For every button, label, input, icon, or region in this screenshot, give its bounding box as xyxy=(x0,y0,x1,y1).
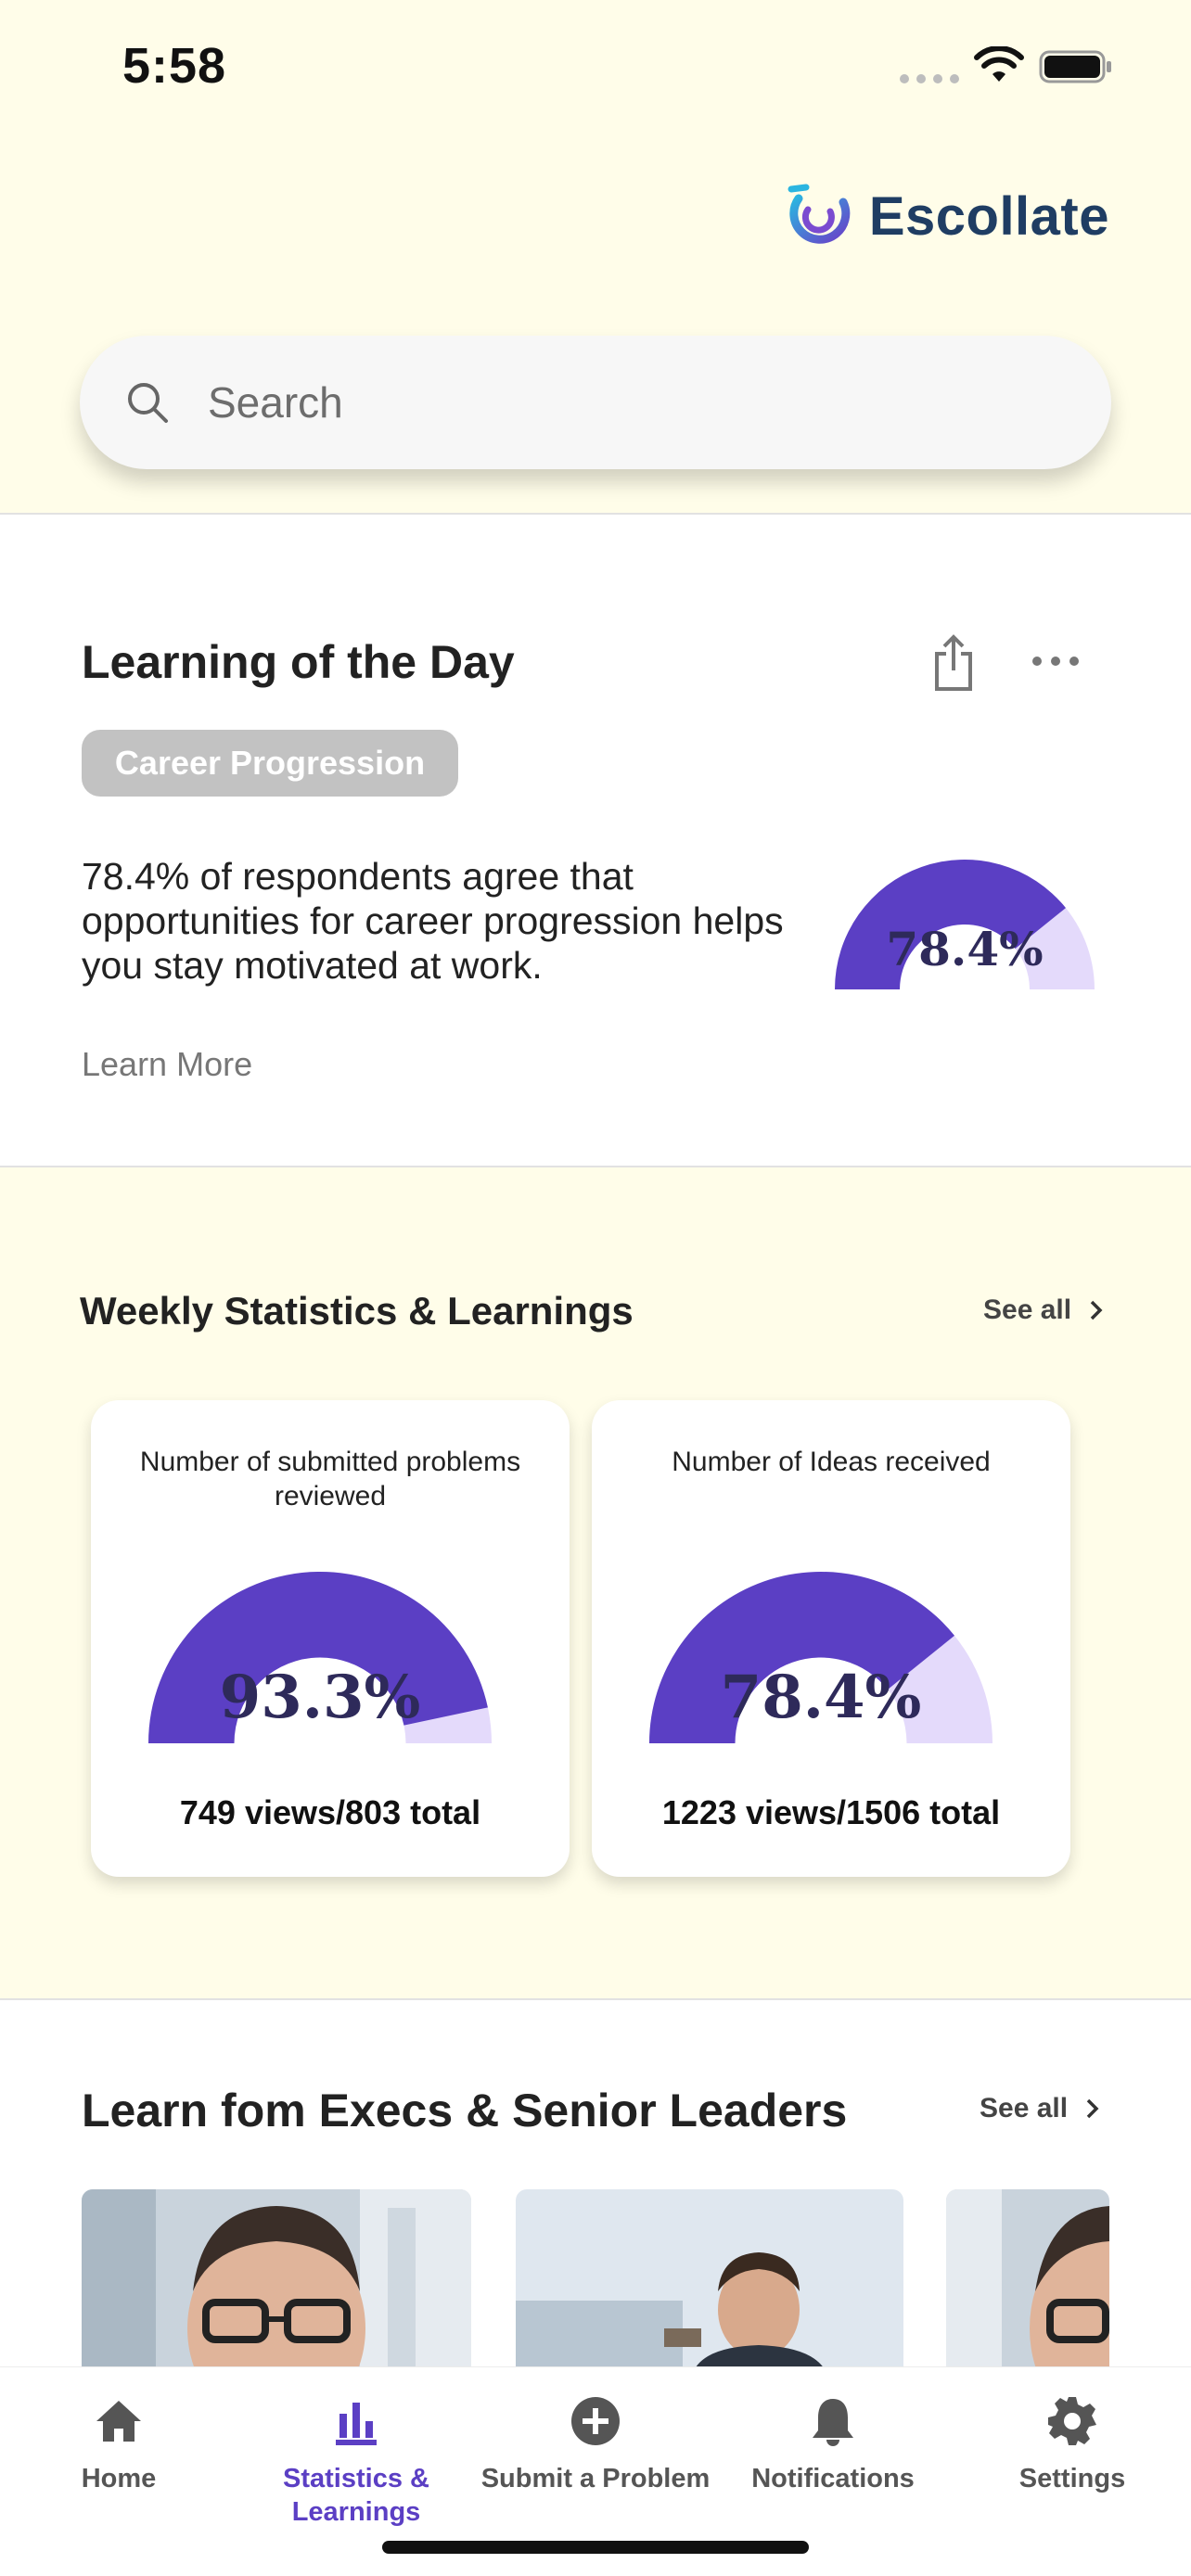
gauge-value-label: 78.4% xyxy=(886,922,1043,976)
nav-label: Home xyxy=(81,2464,157,2493)
status-time: 5:58 xyxy=(122,38,227,94)
see-all-label: See all xyxy=(980,2093,1069,2123)
gauge-value-label: 78.4% xyxy=(721,1663,922,1732)
wifi-icon xyxy=(974,46,1024,82)
nav-label: Statistics & Learnings xyxy=(283,2464,429,2527)
learning-of-the-day-title: Learning of the Day xyxy=(82,636,515,688)
gauge-value-label: 93.3% xyxy=(220,1663,421,1732)
stat-card-summary: 1223 views/1506 total xyxy=(661,1793,1001,1831)
nav-label: Notifications xyxy=(751,2464,915,2493)
nav-item-home[interactable]: Home xyxy=(0,2395,237,2495)
more-options-icon[interactable] xyxy=(1030,652,1082,670)
battery-icon xyxy=(1039,50,1111,83)
plus-circle-icon xyxy=(571,2397,620,2445)
exec-photo-card[interactable] xyxy=(946,2189,1109,2375)
stat-card-summary: 749 views/803 total xyxy=(179,1793,481,1831)
bar-chart-icon xyxy=(336,2403,377,2445)
search-bar[interactable]: Search xyxy=(80,336,1111,469)
brand-logo: Escollate xyxy=(782,182,1109,250)
weekly-section-title: Weekly Statistics & Learnings xyxy=(80,1289,634,1333)
exec-photo-card[interactable] xyxy=(82,2189,471,2375)
stat-gauge: 93.3% xyxy=(148,1572,492,1743)
nav-item-notifications[interactable]: Notifications xyxy=(714,2395,952,2495)
nav-item-submit-problem[interactable]: Submit a Problem xyxy=(477,2395,714,2495)
nav-label: Settings xyxy=(1018,2464,1126,2493)
weekly-see-all-link[interactable]: See all xyxy=(983,1294,1105,1326)
stat-card-label: Number of submitted problems reviewed xyxy=(139,1447,521,1511)
home-icon xyxy=(96,2401,141,2442)
learning-of-the-day-card: Learning of the Day Career Progression 7… xyxy=(0,513,1191,1167)
status-bar: 5:58 xyxy=(0,0,1191,130)
cellular-signal-icon xyxy=(900,74,959,83)
stat-card[interactable]: Number of Ideas received 78.4% 1223 view… xyxy=(592,1400,1070,1877)
nav-item-settings[interactable]: Settings xyxy=(954,2395,1191,2495)
chevron-right-icon xyxy=(1090,1300,1103,1320)
gear-icon xyxy=(1048,2397,1096,2445)
see-all-label: See all xyxy=(983,1294,1072,1325)
execs-see-all-link[interactable]: See all xyxy=(980,2093,1101,2124)
category-tag[interactable]: Career Progression xyxy=(82,730,458,797)
escollate-logo-icon xyxy=(788,184,851,244)
learning-gauge: 78.4% xyxy=(835,860,1095,989)
search-icon xyxy=(128,383,168,423)
execs-section-title: Learn fom Execs & Senior Leaders xyxy=(82,2085,848,2136)
stat-card[interactable]: Number of submitted problems reviewed 93… xyxy=(91,1400,570,1877)
share-icon[interactable] xyxy=(928,631,980,695)
search-input[interactable]: Search xyxy=(208,377,343,427)
home-indicator xyxy=(382,2541,809,2554)
learning-description: 78.4% of respondents agree that opportun… xyxy=(82,855,784,987)
nav-item-statistics[interactable]: Statistics & Learnings xyxy=(237,2395,475,2529)
stat-gauge: 78.4% xyxy=(649,1572,992,1743)
exec-photo-card[interactable] xyxy=(516,2189,903,2375)
stat-card-label: Number of Ideas received xyxy=(672,1447,991,1477)
brand-name: Escollate xyxy=(868,185,1109,247)
chevron-right-icon xyxy=(1086,2098,1099,2119)
learn-more-link[interactable]: Learn More xyxy=(82,1045,252,1084)
nav-label: Submit a Problem xyxy=(480,2464,711,2493)
bell-icon xyxy=(813,2399,853,2446)
